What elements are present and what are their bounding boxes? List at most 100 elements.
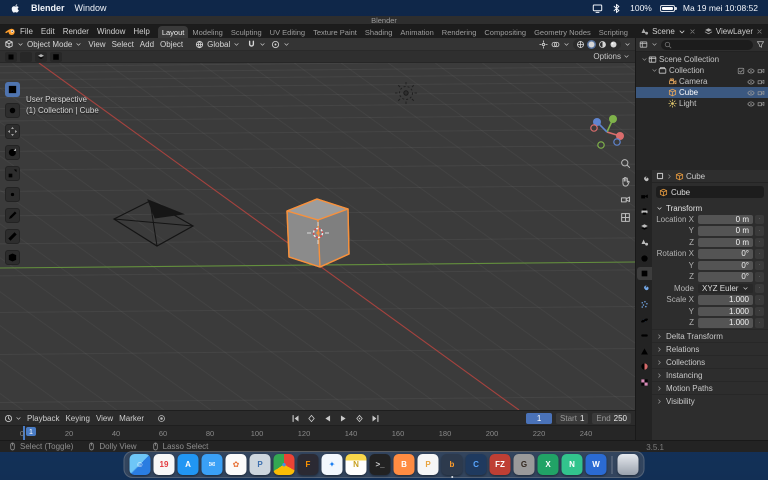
value-field[interactable]: 0°	[698, 261, 753, 271]
auto-keying-icon[interactable]	[157, 414, 166, 423]
topbar-menu-help[interactable]: Help	[129, 27, 153, 36]
animate-property-button[interactable]: ·	[755, 249, 764, 259]
camera-toggle-icon[interactable]	[757, 89, 765, 97]
workspace-tab-animation[interactable]: Animation	[396, 26, 437, 38]
tool-select-box[interactable]	[5, 82, 20, 97]
dock-app-safari[interactable]: ✦	[322, 454, 343, 475]
dock-app-mail[interactable]: ✉	[202, 454, 223, 475]
outliner-row-camera[interactable]: Camera	[636, 76, 768, 87]
transform-panel-header[interactable]: Transform	[656, 202, 764, 214]
dock-app-app-store[interactable]: A	[178, 454, 199, 475]
chevron-down-icon[interactable]	[17, 41, 24, 48]
play-button[interactable]	[336, 412, 350, 424]
workspace-tab-rendering[interactable]: Rendering	[438, 26, 481, 38]
workspace-tab-geometry-nodes[interactable]: Geometry Nodes	[530, 26, 595, 38]
value-field[interactable]: 1.000	[698, 307, 753, 317]
timeline-editor-icon[interactable]	[4, 414, 13, 423]
chevron-down-icon[interactable]	[259, 41, 266, 48]
shading-material-icon[interactable]	[598, 40, 607, 49]
zoom-icon[interactable]	[620, 158, 631, 169]
checkbox-icon[interactable]	[737, 67, 745, 75]
jump-end-button[interactable]	[368, 412, 382, 424]
value-field[interactable]: 0 m	[698, 226, 753, 236]
animate-property-button[interactable]: ·	[755, 318, 764, 328]
apple-menu-icon[interactable]	[10, 3, 21, 14]
shading-wireframe-icon[interactable]	[576, 40, 585, 49]
eye-icon[interactable]	[747, 78, 755, 86]
scene-selector[interactable]: Scene	[652, 27, 675, 36]
viewport-menu-object[interactable]: Object	[157, 40, 186, 49]
section-visibility[interactable]: Visibility	[652, 394, 768, 407]
value-field[interactable]: 1.000	[698, 295, 753, 305]
timeline-ruler[interactable]: 1 020406080100120140160180200220240	[0, 425, 635, 440]
chevron-down-icon[interactable]	[624, 41, 631, 48]
orthographic-toggle-icon[interactable]	[620, 212, 631, 223]
tool-annotate[interactable]	[5, 208, 20, 223]
play-reverse-button[interactable]	[320, 412, 334, 424]
viewport-menu-add[interactable]: Add	[137, 40, 157, 49]
properties-tab-physics[interactable]	[637, 314, 652, 327]
next-keyframe-button[interactable]	[352, 412, 366, 424]
tool-rotate[interactable]	[5, 145, 20, 160]
viewlayer-unlink-icon[interactable]	[756, 28, 763, 35]
snap-magnet-icon[interactable]	[247, 40, 256, 49]
chevron-down-icon[interactable]	[623, 53, 630, 60]
shading-solid-icon[interactable]	[587, 40, 596, 49]
mode-dropdown[interactable]: Object Mode	[27, 40, 72, 49]
outliner-row-light[interactable]: Light	[636, 98, 768, 109]
animate-property-button[interactable]: ·	[755, 238, 764, 248]
disclosure-icon[interactable]	[661, 78, 668, 85]
value-field[interactable]: 0°	[698, 249, 753, 259]
workspace-tab-layout[interactable]: Layout	[158, 26, 189, 38]
topbar-menu-edit[interactable]: Edit	[37, 27, 59, 36]
viewport-menu-select[interactable]: Select	[109, 40, 137, 49]
section-collections[interactable]: Collections	[652, 355, 768, 368]
section-instancing[interactable]: Instancing	[652, 368, 768, 381]
dock-app-numbers[interactable]: N	[562, 454, 583, 475]
properties-tab-object-data[interactable]	[637, 345, 652, 358]
outliner-editor-icon[interactable]	[639, 40, 648, 49]
prev-keyframe-button[interactable]	[304, 412, 318, 424]
dock-app-photos[interactable]: ✿	[226, 454, 247, 475]
animate-property-button[interactable]: ·	[755, 295, 764, 305]
animate-property-button[interactable]: ·	[755, 284, 764, 294]
select-mode-extend-button[interactable]	[20, 52, 32, 62]
value-field[interactable]: 0°	[698, 272, 753, 282]
properties-tab-particles[interactable]	[637, 298, 652, 311]
dock-app-calendar[interactable]: 19	[154, 454, 175, 475]
section-delta-transform[interactable]: Delta Transform	[652, 329, 768, 342]
menubar-clock[interactable]: Ma 19 mei 10:08:52	[683, 3, 758, 13]
properties-tab-render[interactable]	[637, 190, 652, 203]
animate-property-button[interactable]: ·	[755, 261, 764, 271]
dock-app-blender[interactable]: b	[442, 454, 463, 475]
animate-property-button[interactable]: ·	[755, 307, 764, 317]
timeline-menu-playback[interactable]: Playback	[24, 414, 62, 423]
menubar-app-name[interactable]: Blender	[31, 3, 65, 13]
value-field[interactable]: 1.000	[698, 318, 753, 328]
disclosure-icon[interactable]	[661, 89, 668, 96]
topbar-menu-window[interactable]: Window	[93, 27, 129, 36]
frame-start-field[interactable]: Start 1	[556, 413, 588, 424]
gizmos-toggle-icon[interactable]	[539, 40, 548, 49]
transform-orientation-dropdown[interactable]: Global	[207, 40, 230, 49]
dock-app-books[interactable]: B	[394, 454, 415, 475]
camera-view-icon[interactable]	[620, 194, 631, 205]
section-motion-paths[interactable]: Motion Paths	[652, 381, 768, 394]
shading-rendered-icon[interactable]	[609, 40, 618, 49]
jump-start-button[interactable]	[288, 412, 302, 424]
properties-tab-world[interactable]	[637, 252, 652, 265]
proportional-editing-icon[interactable]	[271, 40, 280, 49]
value-field[interactable]: 0 m	[698, 215, 753, 225]
pan-hand-icon[interactable]	[620, 176, 631, 187]
screen-mirroring-icon[interactable]	[592, 3, 603, 14]
properties-tab-texture[interactable]	[637, 376, 652, 389]
workspace-tab-shading[interactable]: Shading	[361, 26, 397, 38]
editor-type-icon[interactable]	[4, 39, 14, 49]
camera-toggle-icon[interactable]	[757, 67, 765, 75]
animate-property-button[interactable]: ·	[755, 215, 764, 225]
properties-tab-constraints[interactable]	[637, 329, 652, 342]
disclosure-icon[interactable]	[641, 56, 648, 63]
dock-app-finder[interactable]: ☺	[130, 454, 151, 475]
workspace-tab-texture-paint[interactable]: Texture Paint	[309, 26, 361, 38]
dock-app-terminal[interactable]: >_	[370, 454, 391, 475]
